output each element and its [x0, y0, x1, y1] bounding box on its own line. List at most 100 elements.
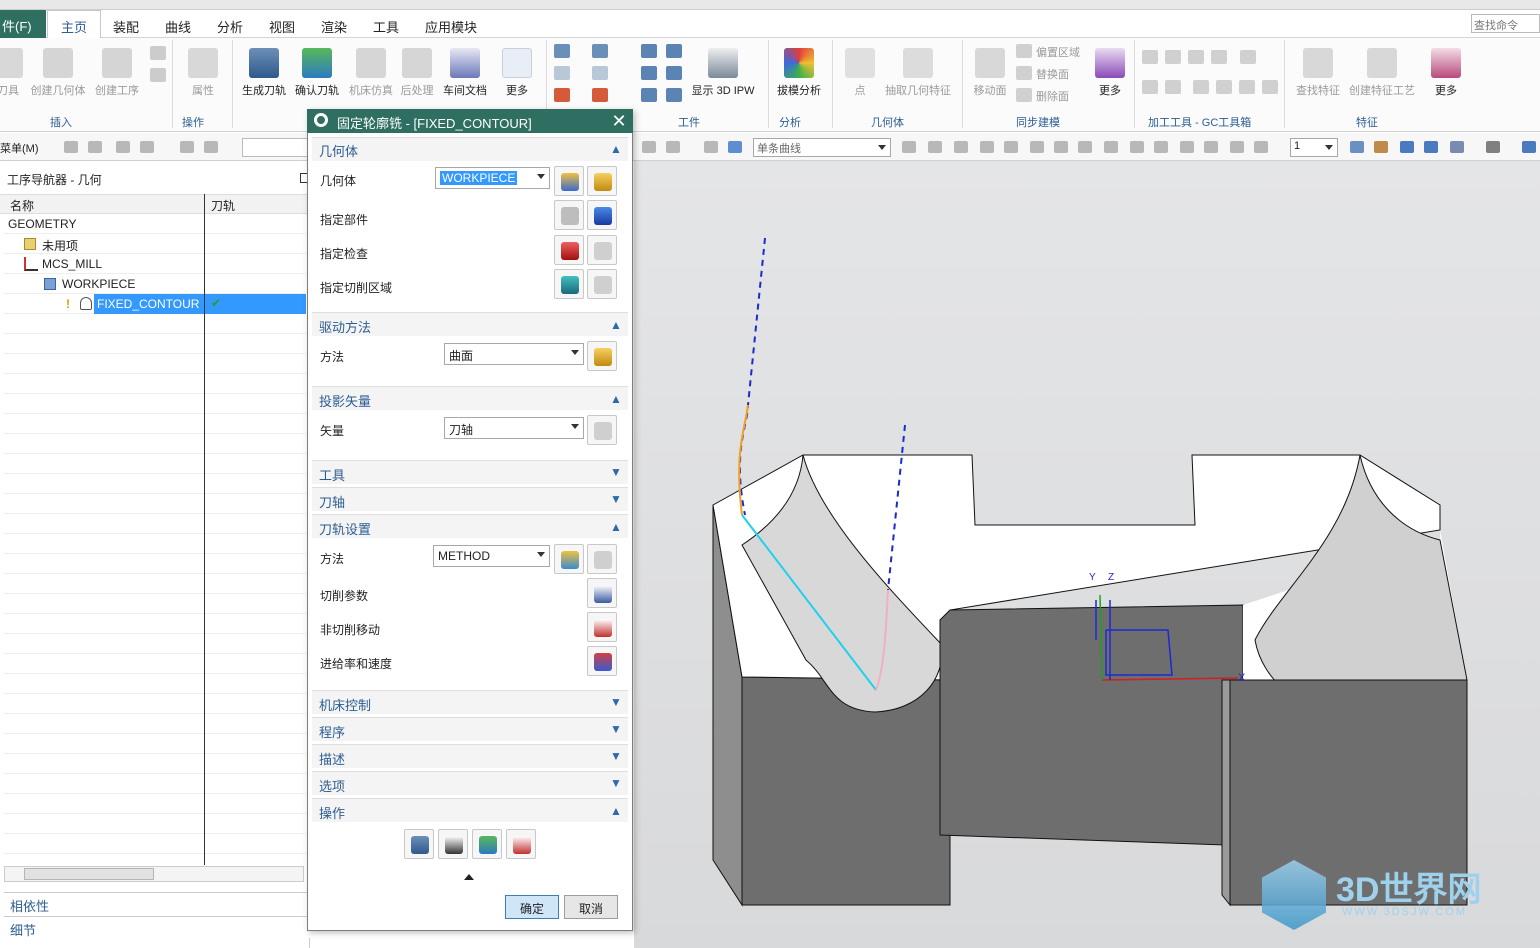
snap-icon[interactable] — [1078, 141, 1092, 153]
select-check-button[interactable] — [554, 235, 584, 265]
toolbar-icon[interactable] — [64, 141, 78, 153]
column-divider[interactable] — [204, 194, 205, 865]
scrollbar-thumb[interactable] — [24, 868, 154, 880]
small-icon[interactable] — [554, 88, 570, 102]
small-icon[interactable] — [150, 68, 166, 82]
small-icon[interactable] — [592, 66, 608, 80]
generate-toolpath-button[interactable]: 生成刀轨 — [236, 48, 292, 98]
tab-analysis[interactable]: 分析 — [217, 17, 243, 36]
type-filter-input[interactable] — [242, 138, 308, 157]
small-icon[interactable] — [666, 44, 682, 58]
properties-button[interactable]: 属性 — [175, 48, 231, 98]
collapse-icon[interactable] — [464, 874, 474, 880]
snap-icon[interactable] — [1230, 141, 1244, 153]
small-icon[interactable] — [641, 44, 657, 58]
display-check-button[interactable] — [587, 235, 617, 265]
view-icon[interactable] — [1350, 141, 1364, 153]
small-icon[interactable] — [641, 88, 657, 102]
extract-geometry-button[interactable]: 抽取几何特征 — [880, 48, 956, 98]
snap-icon[interactable] — [902, 141, 916, 153]
new-geometry-button[interactable] — [554, 166, 584, 196]
small-icon[interactable] — [554, 66, 570, 80]
ok-button[interactable]: 确定 — [505, 895, 559, 919]
toolbar-icon[interactable] — [704, 141, 718, 153]
small-icon[interactable] — [666, 88, 682, 102]
snap-icon[interactable] — [1030, 141, 1044, 153]
toolbar-icon[interactable] — [642, 141, 656, 153]
section-options[interactable] — [312, 771, 628, 795]
snap-icon[interactable] — [1004, 141, 1018, 153]
tree-row-fixed-contour[interactable]: ! FIXED_CONTOUR ✔ — [4, 294, 306, 314]
edit-method-button[interactable] — [587, 544, 617, 574]
chevron-up-icon[interactable]: ▲ — [609, 520, 623, 534]
tree-row-mcs-mill[interactable]: MCS_MILL — [4, 254, 306, 274]
small-icon[interactable] — [592, 44, 608, 58]
gear-icon[interactable] — [314, 113, 328, 127]
small-icon[interactable] — [666, 66, 682, 80]
view-icon[interactable] — [1450, 141, 1464, 153]
find-feature-button[interactable]: 查找特征 — [1290, 48, 1346, 98]
non-cut-moves-button[interactable] — [587, 612, 617, 642]
section-description[interactable] — [312, 744, 628, 768]
snap-icon[interactable] — [1130, 141, 1144, 153]
tab-view[interactable]: 视图 — [269, 17, 295, 36]
sync-more-button[interactable]: 更多 — [1082, 48, 1138, 98]
toolbar-icon[interactable] — [666, 141, 680, 153]
tree-row-geometry[interactable]: GEOMETRY — [4, 214, 306, 234]
geometry-select[interactable]: WORKPIECE — [435, 167, 550, 189]
snap-icon[interactable] — [1180, 141, 1194, 153]
view-icon[interactable] — [1486, 141, 1500, 153]
cut-params-button[interactable] — [587, 578, 617, 608]
tab-assembly[interactable]: 装配 — [113, 17, 139, 36]
column-toolpath[interactable]: 刀轨 — [211, 197, 235, 214]
snap-icon[interactable] — [1254, 141, 1268, 153]
chevron-up-icon[interactable]: ▲ — [609, 142, 623, 156]
snap-icon[interactable] — [1054, 141, 1068, 153]
edit-vector-button[interactable] — [587, 415, 617, 445]
shop-doc-button[interactable]: 车间文档 — [437, 48, 493, 98]
select-part-button[interactable] — [554, 200, 584, 230]
view-icon[interactable] — [1424, 141, 1438, 153]
edit-drive-button[interactable] — [587, 341, 617, 371]
display-cut-area-button[interactable] — [587, 269, 617, 299]
tree-row-unused[interactable]: 未用项 — [4, 234, 306, 254]
toolbar-icon[interactable] — [180, 141, 194, 153]
section-actions[interactable] — [312, 798, 628, 822]
more-button[interactable]: 更多 — [489, 48, 545, 98]
snap-icon[interactable] — [980, 141, 994, 153]
tree-row-workpiece[interactable]: WORKPIECE — [4, 274, 306, 294]
gc-icon[interactable] — [1262, 80, 1278, 94]
view-icon[interactable] — [1522, 141, 1536, 153]
move-face-button[interactable]: 移动面 — [962, 48, 1018, 98]
menu-button[interactable]: 菜单(M) — [0, 140, 39, 156]
select-cut-area-button[interactable] — [554, 269, 584, 299]
file-menu[interactable]: 件(F) — [0, 10, 46, 38]
section-program[interactable] — [312, 717, 628, 741]
cancel-button[interactable]: 取消 — [564, 895, 618, 919]
feature-more-button[interactable]: 更多 — [1418, 48, 1474, 98]
chevron-up-icon[interactable]: ▲ — [609, 804, 623, 818]
chevron-down-icon[interactable]: ▼ — [609, 722, 623, 736]
chevron-down-icon[interactable]: ▼ — [609, 776, 623, 790]
curve-rule-select[interactable]: 单条曲线 — [753, 138, 891, 157]
tab-curve[interactable]: 曲线 — [165, 17, 191, 36]
small-icon[interactable] — [554, 44, 570, 58]
small-icon[interactable] — [592, 88, 608, 102]
zoom-select[interactable]: 1 — [1290, 138, 1338, 157]
list-button[interactable] — [506, 829, 536, 859]
show-3d-ipw-button[interactable]: 显示 3D IPW — [690, 48, 756, 98]
section-geometry[interactable] — [312, 137, 628, 161]
gc-icon[interactable] — [1211, 50, 1227, 64]
gc-icon[interactable] — [1193, 80, 1209, 94]
command-search-input[interactable]: 查找命令 — [1471, 14, 1540, 33]
chevron-down-icon[interactable]: ▼ — [609, 465, 623, 479]
gc-icon[interactable] — [1188, 50, 1204, 64]
create-geometry-button[interactable]: 创建几何体 — [30, 48, 86, 98]
toolbar-icon[interactable] — [204, 141, 218, 153]
drive-method-select[interactable]: 曲面 — [444, 343, 584, 365]
column-name[interactable]: 名称 — [10, 197, 34, 214]
view-icon[interactable] — [1400, 141, 1414, 153]
chevron-up-icon[interactable]: ▲ — [609, 392, 623, 406]
delete-face-button[interactable]: 删除面 — [1036, 88, 1069, 104]
vector-select[interactable]: 刀轴 — [444, 417, 584, 439]
